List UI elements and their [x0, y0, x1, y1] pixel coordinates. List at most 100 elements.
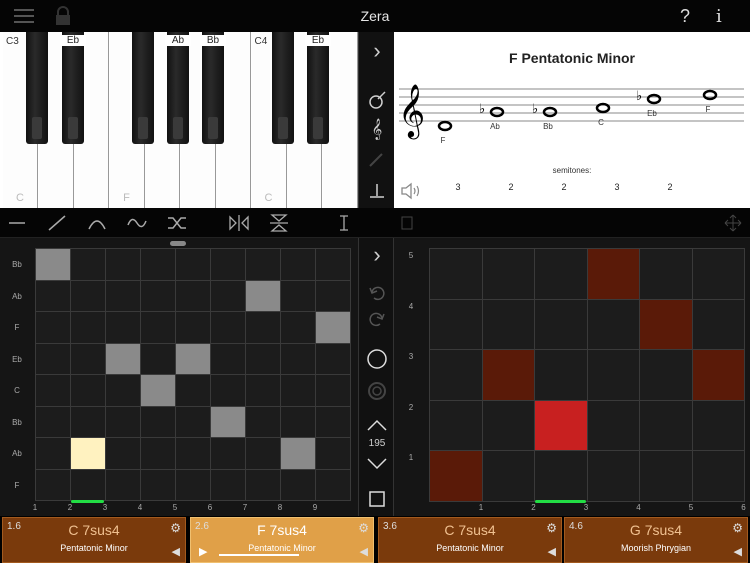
grid-cell[interactable] [210, 405, 246, 438]
grid-cell[interactable] [70, 248, 106, 281]
grid-cell[interactable] [429, 450, 483, 502]
grid-cell[interactable] [35, 342, 71, 375]
grid-cell[interactable] [245, 342, 281, 375]
gear-icon[interactable]: ⚙ [546, 521, 557, 535]
chord-card[interactable]: 2.6 F 7sus4 Pentatonic Minor ⚙ ◀ ▶ [190, 517, 374, 563]
speaker-icon[interactable] [400, 182, 422, 200]
grid-cell[interactable] [175, 437, 211, 470]
grid-cell[interactable] [245, 468, 281, 501]
stop-icon[interactable] [367, 490, 387, 513]
grid-cell[interactable] [175, 279, 211, 312]
grid-cell[interactable] [70, 374, 106, 407]
grid-cell[interactable] [210, 437, 246, 470]
grid-cell[interactable] [280, 437, 316, 470]
grid-cell[interactable] [245, 405, 281, 438]
grid-cell[interactable] [140, 279, 176, 312]
grid-cell[interactable] [35, 437, 71, 470]
black-key[interactable] [132, 32, 154, 144]
grid-cell[interactable] [245, 437, 281, 470]
grid-cell[interactable] [639, 349, 693, 401]
rhythm-grid-panel[interactable]: 5 4 3 2 1 1 2 3 4 5 6 [394, 238, 750, 516]
drag-handle[interactable] [170, 241, 186, 246]
tempo-up-icon[interactable] [366, 418, 388, 437]
grid-cell[interactable] [280, 311, 316, 344]
grid-cell[interactable] [245, 248, 281, 281]
grid-cell[interactable] [586, 248, 640, 300]
play-icon[interactable]: ▶ [199, 545, 207, 558]
grid-cell[interactable] [140, 248, 176, 281]
grid-cell[interactable] [35, 248, 71, 281]
grid-cell[interactable] [534, 349, 588, 401]
redo-icon[interactable] [367, 310, 387, 333]
grid-cell[interactable] [586, 298, 640, 350]
grid-cell[interactable] [140, 468, 176, 501]
grid-cell[interactable] [210, 279, 246, 312]
baseline-icon[interactable] [367, 182, 387, 205]
undo-icon[interactable] [367, 284, 387, 307]
grid-cell[interactable] [534, 248, 588, 300]
grid-cell[interactable] [105, 405, 141, 438]
grid-cell[interactable] [315, 405, 351, 438]
chord-card[interactable]: 1.6 C 7sus4 Pentatonic Minor ⚙ ◀ [2, 517, 186, 563]
black-key[interactable]: Eb [305, 32, 331, 144]
grid-cell[interactable] [210, 342, 246, 375]
black-key[interactable] [272, 32, 294, 144]
record-icon[interactable] [366, 348, 388, 375]
grid-cell[interactable] [315, 342, 351, 375]
grid-cell[interactable] [429, 298, 483, 350]
gear-icon[interactable]: ⚙ [170, 521, 181, 535]
grid-cell[interactable] [639, 450, 693, 502]
grid-cell[interactable] [175, 342, 211, 375]
grid-cell[interactable] [140, 405, 176, 438]
send-back-icon[interactable]: ◀ [734, 545, 742, 558]
grid-cell[interactable] [70, 311, 106, 344]
black-key[interactable]: Ab [165, 32, 191, 144]
arch-icon[interactable] [86, 213, 108, 233]
grid-cell[interactable] [70, 342, 106, 375]
grid-cell[interactable] [70, 468, 106, 501]
grid-cell[interactable] [315, 468, 351, 501]
mirror-vertical-icon[interactable] [268, 213, 290, 233]
grid-cell[interactable] [315, 248, 351, 281]
grid-cell[interactable] [481, 450, 535, 502]
grid-cell[interactable] [315, 279, 351, 312]
diagonal-line-icon[interactable] [46, 213, 68, 233]
grid-cell[interactable] [175, 311, 211, 344]
grid-cell[interactable] [639, 298, 693, 350]
melody-grid-panel[interactable]: Bb Ab F Eb C Bb Ab F 1 2 3 4 5 6 7 8 9 [0, 238, 358, 516]
grid-cell[interactable] [691, 450, 745, 502]
grid-cell[interactable] [175, 374, 211, 407]
grid-cell[interactable] [105, 468, 141, 501]
tempo-down-icon[interactable] [366, 456, 388, 475]
grid-cell[interactable] [481, 399, 535, 451]
grid-cell[interactable] [105, 342, 141, 375]
grid-cell[interactable] [315, 374, 351, 407]
grid-cell[interactable] [70, 279, 106, 312]
grid-cell[interactable] [35, 311, 71, 344]
grid-cell[interactable] [534, 450, 588, 502]
grid-cell[interactable] [140, 374, 176, 407]
grid-cell[interactable] [175, 405, 211, 438]
grid-cell[interactable] [210, 468, 246, 501]
chord-card[interactable]: 4.6 G 7sus4 Moorish Phrygian ⚙ ◀ [564, 517, 748, 563]
grid-cell[interactable] [245, 279, 281, 312]
gear-icon[interactable]: ⚙ [732, 521, 743, 535]
send-back-icon[interactable]: ◀ [172, 545, 180, 558]
grid-cell[interactable] [280, 374, 316, 407]
grid-cell[interactable] [691, 298, 745, 350]
grid-cell[interactable] [140, 342, 176, 375]
grid-cell[interactable] [175, 468, 211, 501]
loop-icon[interactable] [366, 380, 388, 407]
grid-cell[interactable] [35, 279, 71, 312]
treble-clef-icon[interactable]: 𝄞 [367, 119, 387, 140]
black-key[interactable] [26, 32, 48, 144]
guitar-pick-icon[interactable] [367, 90, 387, 115]
shuffle-icon[interactable] [166, 213, 188, 233]
flat-line-icon[interactable] [6, 213, 28, 233]
grid-cell[interactable] [105, 437, 141, 470]
grid-cell[interactable] [210, 311, 246, 344]
wave-icon[interactable] [126, 213, 148, 233]
grid-cell[interactable] [35, 405, 71, 438]
pencil-icon[interactable] [367, 150, 387, 173]
grid-cell[interactable] [315, 311, 351, 344]
